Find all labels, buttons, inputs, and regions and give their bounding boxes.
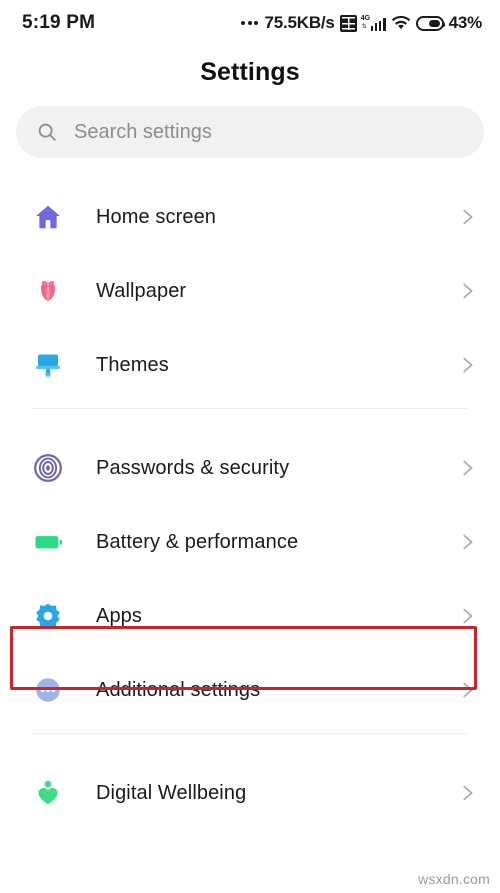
settings-row-home-screen[interactable]: Home screen	[0, 180, 500, 254]
settings-row-apps[interactable]: Apps	[0, 579, 500, 653]
watermark: wsxdn.com	[418, 871, 490, 887]
settings-row-wallpaper[interactable]: Wallpaper	[0, 254, 500, 328]
gear-icon	[28, 596, 68, 636]
chevron-right-icon	[456, 280, 478, 302]
chevron-right-icon	[456, 679, 478, 701]
chevron-right-icon	[456, 782, 478, 804]
chevron-right-icon	[456, 206, 478, 228]
battery-green-icon	[28, 522, 68, 562]
settings-row-passwords-security[interactable]: Passwords & security	[0, 431, 500, 505]
settings-row-label: Additional settings	[96, 678, 261, 701]
search-container: Search settings	[0, 98, 500, 158]
settings-row-label: Apps	[96, 604, 142, 627]
search-input[interactable]: Search settings	[16, 106, 484, 158]
page-title: Settings	[200, 57, 300, 86]
settings-row-label: Battery & performance	[96, 530, 299, 553]
search-placeholder: Search settings	[74, 120, 212, 143]
status-icons: 75.5KB/s 4G ⇅ 43%	[241, 13, 482, 33]
settings-row-label: Home screen	[96, 205, 217, 228]
battery-percent-label: 43%	[448, 13, 483, 32]
settings-screen: 5:19 PM 75.5KB/s 4G ⇅ 43% Settings Searc…	[0, 0, 500, 893]
settings-row-label: Wallpaper	[96, 279, 187, 302]
status-time: 5:19 PM	[22, 12, 96, 33]
home-icon	[28, 197, 68, 237]
search-icon	[36, 121, 58, 143]
settings-row-label: Passwords & security	[96, 456, 290, 479]
settings-row-digital-wellbeing[interactable]: Digital Wellbeing	[0, 756, 500, 830]
chevron-right-icon	[456, 605, 478, 627]
network-speed-label: 75.5KB/s	[264, 13, 335, 32]
chevron-right-icon	[456, 457, 478, 479]
settings-row-label: Digital Wellbeing	[96, 781, 247, 804]
status-bar: 5:19 PM 75.5KB/s 4G ⇅ 43%	[0, 0, 500, 46]
sim-card-icon	[339, 14, 357, 32]
battery-icon	[415, 15, 446, 31]
signal-4g-label: 4G	[360, 14, 371, 22]
heart-person-icon	[28, 773, 68, 813]
settings-row-themes[interactable]: Themes	[0, 328, 500, 402]
chevron-right-icon	[456, 531, 478, 553]
group-divider	[31, 733, 469, 734]
settings-row-battery-performance[interactable]: Battery & performance	[0, 505, 500, 579]
chevron-right-icon	[456, 354, 478, 376]
group-divider	[31, 408, 469, 409]
signal-4g-icon: 4G ⇅	[360, 14, 386, 31]
data-arrows-icon: ⇅	[361, 23, 367, 30]
more-dots-icon	[28, 670, 68, 710]
fingerprint-icon	[28, 448, 68, 488]
settings-list: Home screen Wallpaper Themes Passwords &…	[0, 180, 500, 830]
flower-icon	[28, 271, 68, 311]
notification-dots-icon	[241, 21, 259, 25]
settings-row-additional-settings[interactable]: Additional settings	[0, 653, 500, 727]
page-header: Settings	[0, 46, 500, 98]
paintbrush-icon	[28, 345, 68, 385]
wifi-icon	[391, 15, 411, 31]
settings-row-label: Themes	[96, 353, 169, 376]
